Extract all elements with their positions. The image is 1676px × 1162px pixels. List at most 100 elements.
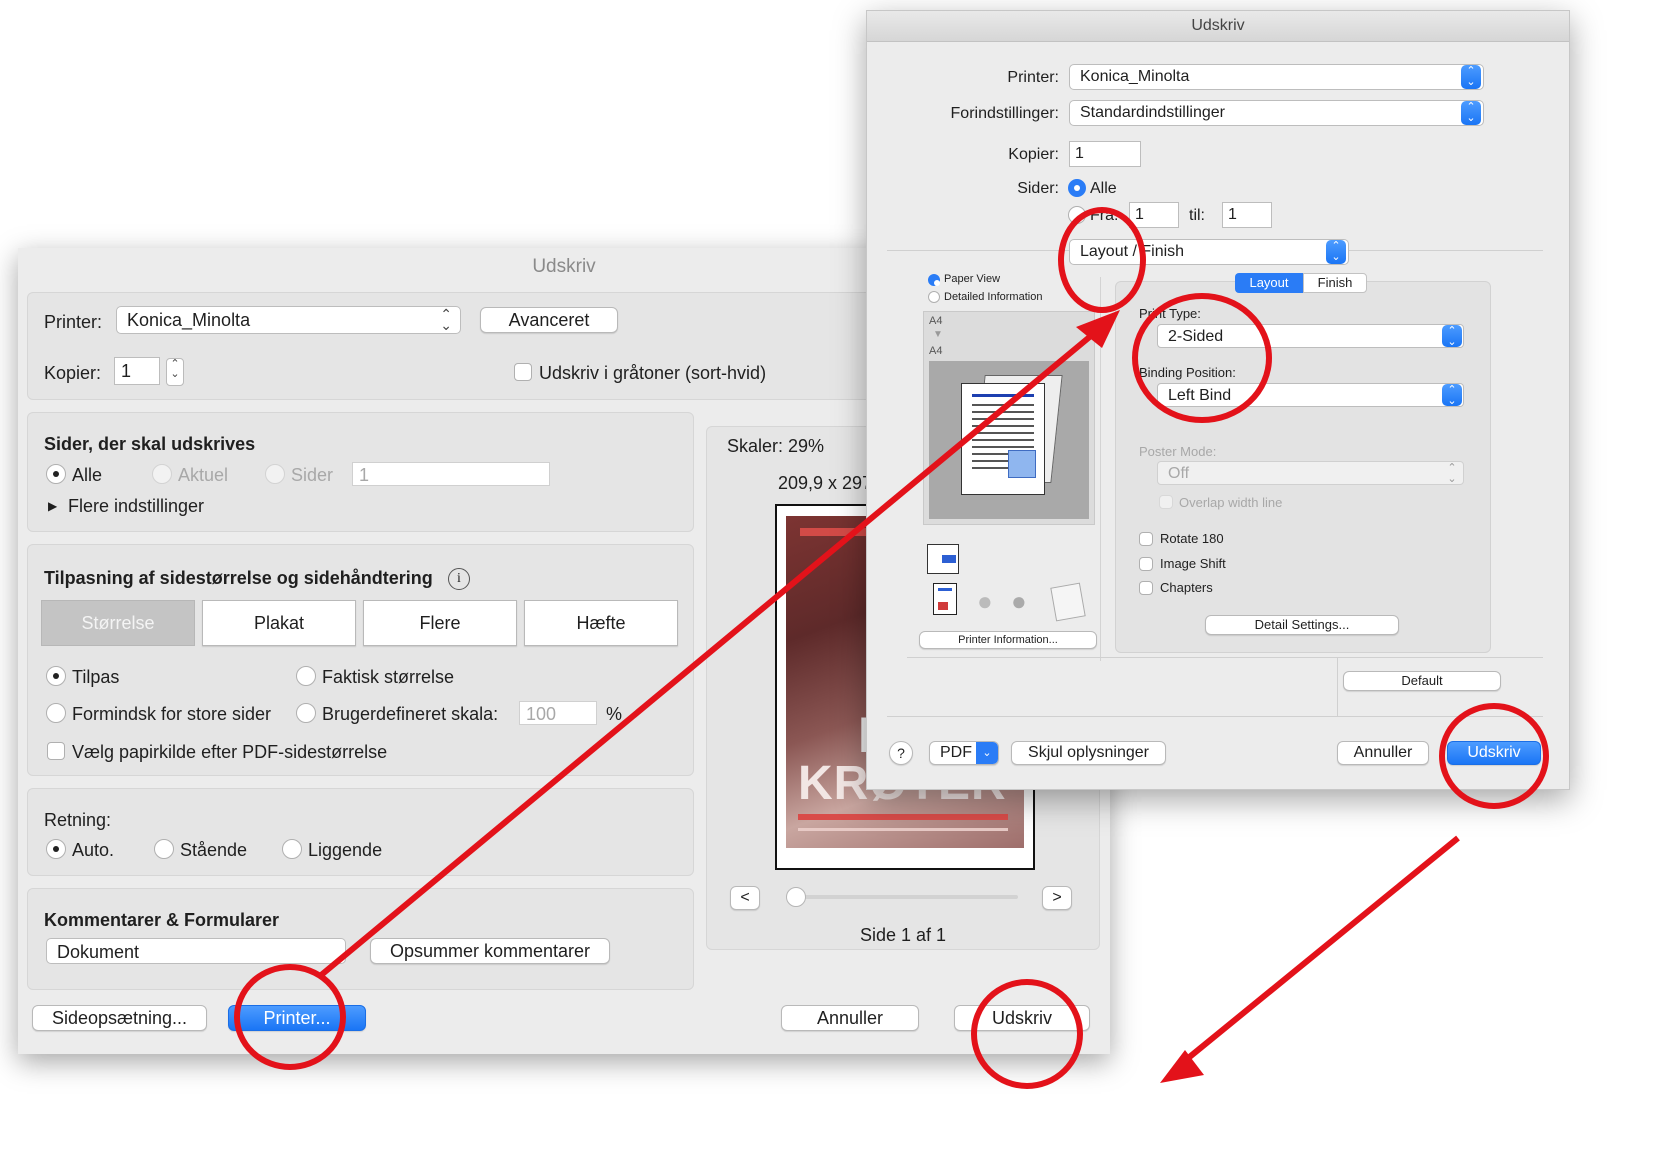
comments-select[interactable]: Dokument [46, 938, 346, 964]
cancel-button[interactable]: Annuller [781, 1005, 919, 1031]
updown-icon: ⌃ ⌄ [440, 306, 452, 333]
hide-details-button[interactable]: Skjul oplysninger [1011, 741, 1166, 765]
image-shift-checkbox[interactable] [1139, 557, 1153, 571]
mac-from-field[interactable]: 1 [1129, 202, 1179, 228]
mac-printer-label: Printer: [1007, 69, 1059, 86]
copies-field[interactable]: 1 [114, 357, 160, 385]
shrink-radio[interactable] [46, 703, 66, 723]
orientation-portrait-radio[interactable] [154, 839, 174, 859]
binding-label: Binding Position: [1139, 365, 1236, 380]
tab-multiple[interactable]: Flere [363, 600, 517, 646]
pages-all-radio[interactable] [46, 464, 66, 484]
orientation-landscape-radio[interactable] [282, 839, 302, 859]
summarize-comments-button[interactable]: Opsummer kommentarer [370, 938, 610, 964]
duplex-page [961, 383, 1045, 495]
poster-mode-value: Off [1168, 465, 1190, 482]
pages-all-label: Alle [72, 465, 103, 485]
mac-print-button[interactable]: Udskriv [1447, 741, 1541, 765]
more-settings-label[interactable]: Flere indstillinger [68, 496, 204, 517]
mac-pages-from-radio[interactable] [1068, 206, 1086, 224]
custom-scale-radio[interactable] [296, 703, 316, 723]
pdf-menu-button[interactable]: PDF ⌄ [929, 741, 999, 765]
mac-copies-field[interactable]: 1 [1069, 141, 1141, 167]
chapters-checkbox[interactable] [1139, 581, 1153, 595]
arrowhead-print [1160, 1050, 1204, 1083]
updown-icon: ⌃ ⌄ [1326, 240, 1346, 264]
fit-label: Tilpas [72, 667, 120, 687]
detailed-info-radio[interactable] [928, 291, 940, 303]
pages-range-label: Sider [291, 465, 334, 485]
document-icon[interactable] [933, 583, 957, 615]
mac-pages-all-label: Alle [1090, 180, 1117, 197]
sizing-title: Tilpasning af sidestørrelse og sidehåndt… [44, 568, 433, 588]
page-slider-track[interactable] [790, 895, 1018, 899]
orientation-auto-label: Auto. [72, 840, 115, 860]
updown-icon: ⌃ ⌄ [1442, 384, 1462, 406]
binding-select[interactable]: Left Bind ⌃ ⌄ [1157, 383, 1464, 407]
paper-source-label: Vælg papirkilde efter PDF-sidestørrelse [72, 742, 388, 762]
overlap-checkbox[interactable] [1159, 495, 1173, 509]
mac-from-label: Fra: [1090, 207, 1119, 224]
printer-information-button[interactable]: Printer Information... [919, 631, 1097, 649]
pages-current-radio[interactable] [152, 464, 172, 484]
print-type-select[interactable]: 2-Sided ⌃ ⌄ [1157, 324, 1464, 348]
disclosure-triangle-icon[interactable]: ▶ [48, 499, 57, 513]
updown-icon: ⌃ ⌄ [1461, 65, 1481, 89]
rotate-checkbox[interactable] [1139, 532, 1153, 546]
page-setup-button[interactable]: Sideopsætning... [32, 1005, 207, 1031]
mac-presets-select[interactable]: Standardindstillinger ⌃ ⌄ [1069, 100, 1484, 126]
tab-layout[interactable]: Layout [1235, 273, 1303, 293]
grayscale-checkbox[interactable] [514, 363, 532, 381]
tab-booklet[interactable]: Hæfte [524, 600, 678, 646]
paper-size-a: A4 [929, 315, 943, 327]
orientation-auto-radio[interactable] [46, 839, 66, 859]
info-icon[interactable]: i [448, 568, 470, 590]
detail-settings-button[interactable]: Detail Settings... [1205, 615, 1399, 635]
custom-scale-field[interactable]: 100 [519, 701, 597, 725]
page-slider-knob[interactable] [786, 887, 806, 907]
help-button[interactable]: ? [889, 741, 913, 765]
prev-page-button[interactable]: < [730, 886, 760, 910]
actual-size-radio[interactable] [296, 666, 316, 686]
copies-stepper[interactable]: ⌃ ⌄ [166, 358, 184, 386]
mac-print-dialog: Udskriv Printer: Konica_Minolta ⌃ ⌄ Forin… [866, 10, 1570, 790]
chapters-label: Chapters [1160, 580, 1213, 595]
mac-panel-select-value: Layout / Finish [1080, 243, 1185, 260]
page-indicator: Side 1 af 1 [860, 925, 947, 945]
paper-size-b: A4 [929, 345, 943, 357]
bottom-separator [907, 657, 1543, 658]
mac-panel-select[interactable]: Layout / Finish ⌃ ⌄ [1069, 239, 1349, 265]
mac-to-field[interactable]: 1 [1222, 202, 1272, 228]
updown-icon: ⌃ ⌄ [1447, 462, 1457, 485]
overlap-label: Overlap width line [1179, 495, 1283, 510]
mac-printer-select[interactable]: Konica_Minolta ⌃ ⌄ [1069, 64, 1484, 90]
advanced-button[interactable]: Avanceret [480, 307, 618, 333]
tab-poster[interactable]: Plakat [202, 600, 356, 646]
printer-select[interactable]: Konica_Minolta ⌃ ⌄ [116, 306, 461, 334]
print-button[interactable]: Udskriv [954, 1005, 1090, 1031]
left-column-divider [1100, 277, 1101, 661]
copies-label: Kopier: [44, 363, 102, 383]
paper-source-checkbox[interactable] [47, 742, 65, 760]
tab-size[interactable]: Størrelse [41, 600, 195, 646]
poster-mode-select[interactable]: Off ⌃ ⌄ [1157, 461, 1464, 485]
default-vertical-divider [1337, 657, 1338, 717]
poster-mode-label: Poster Mode: [1139, 444, 1217, 459]
mac-printer-value: Konica_Minolta [1080, 68, 1190, 85]
pages-range-radio[interactable] [265, 464, 285, 484]
printer-button[interactable]: Printer... [228, 1005, 366, 1031]
mac-pages-label: Sider: [1017, 180, 1059, 197]
preview-scale: Skaler: 29% [727, 436, 825, 456]
tab-finish[interactable]: Finish [1303, 273, 1367, 293]
mac-copies-label: Kopier: [1008, 146, 1059, 163]
pages-current-label: Aktuel [178, 465, 229, 485]
paper-view-radio[interactable] [928, 274, 940, 286]
default-button[interactable]: Default [1343, 671, 1501, 691]
orientation-label: Retning: [44, 810, 112, 830]
fit-radio[interactable] [46, 666, 66, 686]
orientation-panel [27, 788, 694, 876]
mac-pages-all-radio[interactable] [1068, 179, 1086, 197]
mac-cancel-button[interactable]: Annuller [1337, 741, 1429, 765]
pages-range-field[interactable]: 1 [352, 462, 550, 486]
next-page-button[interactable]: > [1042, 886, 1072, 910]
